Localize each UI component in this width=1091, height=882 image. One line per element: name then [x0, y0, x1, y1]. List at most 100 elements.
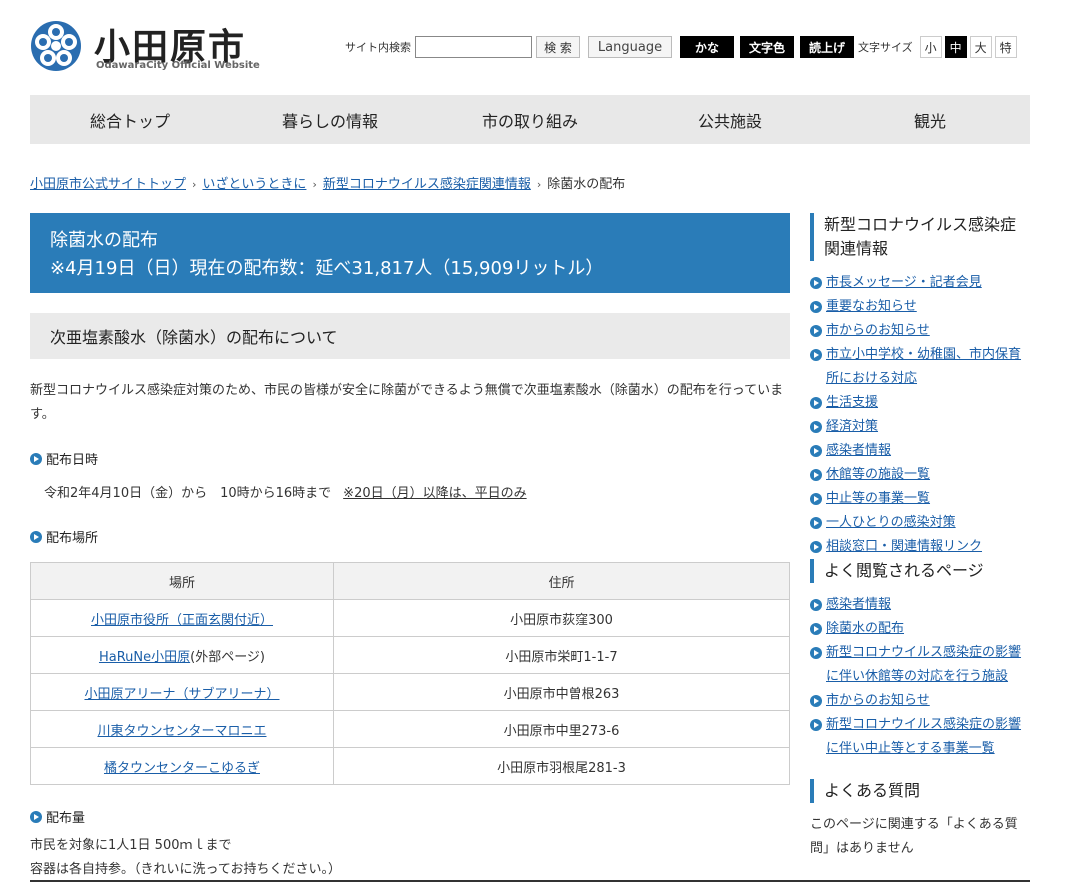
- table-cell-place: 小田原市役所（正面玄関付近）: [30, 599, 334, 637]
- sidebar-list-item: 重要なお知らせ: [810, 295, 1030, 319]
- sidebar-list-item: 相談窓口・関連情報リンク: [810, 535, 1030, 559]
- gnav-item-facilities[interactable]: 公共施設: [630, 95, 830, 144]
- table-cell-address: 小田原市栄町1-1-7: [333, 636, 790, 674]
- kana-button[interactable]: かな: [680, 36, 734, 58]
- gnav-item-living[interactable]: 暮らしの情報: [230, 95, 430, 144]
- sidebar-link[interactable]: 市からのお知らせ: [826, 689, 930, 713]
- table-row: 川東タウンセンターマロニエ 小田原市中里273-6: [30, 710, 790, 748]
- logo-subtitle: OdawaraCity Official Website: [96, 60, 260, 71]
- date-text: 令和2年4月10日（金）から 10時から16時まで: [44, 486, 332, 501]
- places-table: 場所 住所 小田原市役所（正面玄関付近） 小田原市荻窪300 HaRuNe小田原…: [30, 562, 790, 785]
- bullet-arrow-icon: [810, 421, 822, 433]
- amount-text: 市民を対象に1人1日 500ｍｌまで 容器は各自持参。（きれいに洗ってお持ちくだ…: [30, 834, 790, 882]
- sidebar-link[interactable]: 新型コロナウイルス感染症の影響に伴い中止等とする事業一覧: [826, 713, 1030, 761]
- breadcrumb-separator: ›: [192, 178, 197, 191]
- bullet-arrow-icon: [810, 719, 822, 731]
- gnav-item-tourism[interactable]: 観光: [830, 95, 1030, 144]
- sidebar-link[interactable]: 感染者情報: [826, 439, 891, 463]
- bullet-arrow-icon: [810, 541, 822, 553]
- sidebar-link[interactable]: 一人ひとりの感染対策: [826, 511, 956, 535]
- date-line: 令和2年4月10日（金）から 10時から16時まで ※20日（月）以降は、平日のみ: [30, 482, 790, 501]
- page-title: 除菌水の配布: [50, 230, 158, 251]
- text-color-button[interactable]: 文字色: [740, 36, 794, 58]
- read-aloud-button[interactable]: 読上げ: [800, 36, 854, 58]
- table-cell-address: 小田原市中里273-6: [333, 710, 790, 748]
- faq-note: このページに関連する「よくある質問」はありません: [810, 817, 1018, 856]
- sidebar-link[interactable]: 市立小中学校・幼稚園、市内保育所における対応: [826, 343, 1030, 391]
- bullet-arrow-icon: [810, 517, 822, 529]
- amount-line-1: 市民を対象に1人1日 500ｍｌまで: [30, 838, 232, 853]
- sidebar-list-item: 休館等の施設一覧: [810, 463, 1030, 487]
- breadcrumb-link-top[interactable]: 小田原市公式サイトトップ: [30, 177, 186, 192]
- amount-heading-label: 配布量: [46, 811, 86, 826]
- sidebar-link[interactable]: 重要なお知らせ: [826, 295, 917, 319]
- table-cell-address: 小田原市中曽根263: [333, 673, 790, 711]
- page-title-distribution-count: ※4月19日（日）現在の配布数：延べ31,817人（15,909リットル）: [50, 258, 604, 279]
- site-logo[interactable]: 小田原市 OdawaraCity Official Website: [30, 18, 270, 78]
- amount-heading: 配布量: [30, 807, 790, 826]
- sidebar-heading-popular: よく閲覧されるページ: [810, 559, 1030, 583]
- section-heading: 次亜塩素酸水（除菌水）の配布について: [30, 313, 790, 359]
- bullet-arrow-icon: [810, 277, 822, 289]
- sidebar-list-item: 生活支援: [810, 391, 1030, 415]
- table-row: 橘タウンセンターこゆるぎ 小田原市羽根尾281-3: [30, 747, 790, 785]
- bullet-arrow-icon: [810, 469, 822, 481]
- sidebar-list-item: 感染者情報: [810, 439, 1030, 463]
- gnav-item-top[interactable]: 総合トップ: [30, 95, 230, 144]
- sidebar-link[interactable]: 休館等の施設一覧: [826, 463, 930, 487]
- language-button[interactable]: Language: [588, 36, 672, 58]
- bullet-arrow-icon: [810, 397, 822, 409]
- search-button[interactable]: 検 索: [536, 36, 580, 58]
- sidebar: 新型コロナウイルス感染症関連情報 市長メッセージ・記者会見 重要なお知らせ 市からの…: [810, 213, 1030, 861]
- breadcrumb-link-covid[interactable]: 新型コロナウイルス感染症関連情報: [323, 177, 531, 192]
- sidebar-link[interactable]: 感染者情報: [826, 593, 891, 617]
- intro-text: 新型コロナウイルス感染症対策のため、市民の皆様が安全に除菌ができるよう無償で次亜…: [30, 383, 784, 422]
- table-cell-place: 川東タウンセンターマロニエ: [30, 710, 334, 748]
- sidebar-list-item: 新型コロナウイルス感染症の影響に伴い休館等の対応を行う施設: [810, 641, 1030, 689]
- breadcrumb: 小田原市公式サイトトップ › いざというときに › 新型コロナウイルス感染症関連情報 › 除…: [30, 173, 625, 192]
- bullet-arrow-icon: [810, 445, 822, 457]
- table-cell-address: 小田原市荻窪300: [333, 599, 790, 637]
- table-cell-place: HaRuNe小田原(外部ページ): [30, 636, 334, 674]
- global-nav: 総合トップ 暮らしの情報 市の取り組み 公共施設 観光: [30, 95, 1030, 144]
- place-link[interactable]: 川東タウンセンターマロニエ: [97, 724, 266, 739]
- table-row: 小田原市役所（正面玄関付近） 小田原市荻窪300: [30, 599, 790, 637]
- sidebar-list-popular: 感染者情報 除菌水の配布 新型コロナウイルス感染症の影響に伴い休館等の対応を行う施設…: [810, 593, 1030, 761]
- table-cell-place: 橘タウンセンターこゆるぎ: [30, 747, 334, 785]
- sidebar-list-item: 新型コロナウイルス感染症の影響に伴い中止等とする事業一覧: [810, 713, 1030, 761]
- sidebar-link[interactable]: 相談窓口・関連情報リンク: [826, 535, 982, 559]
- date-heading: 配布日時: [30, 449, 790, 468]
- bullet-arrow-icon: [810, 647, 822, 659]
- breadcrumb-link-emergency[interactable]: いざというときに: [202, 177, 306, 192]
- sidebar-list-item: 市からのお知らせ: [810, 319, 1030, 343]
- sidebar-link[interactable]: 除菌水の配布: [826, 617, 904, 641]
- page-title-box: 除菌水の配布 ※4月19日（日）現在の配布数：延べ31,817人（15,909リ…: [30, 213, 790, 293]
- bullet-arrow-icon: [810, 301, 822, 313]
- sidebar-link[interactable]: 市からのお知らせ: [826, 319, 930, 343]
- sidebar-list-item: 中止等の事業一覧: [810, 487, 1030, 511]
- font-size-small-button[interactable]: 小: [919, 36, 942, 58]
- place-link[interactable]: HaRuNe小田原: [99, 650, 190, 665]
- font-size-special-button[interactable]: 特: [994, 36, 1017, 58]
- sidebar-link[interactable]: 新型コロナウイルス感染症の影響に伴い休館等の対応を行う施設: [826, 641, 1030, 689]
- search-input[interactable]: [415, 36, 532, 58]
- gnav-item-initiatives[interactable]: 市の取り組み: [430, 95, 630, 144]
- font-size-large-button[interactable]: 大: [969, 36, 992, 58]
- sidebar-link[interactable]: 市長メッセージ・記者会見: [826, 271, 982, 295]
- bullet-arrow-icon: [810, 493, 822, 505]
- sidebar-list-covid: 市長メッセージ・記者会見 重要なお知らせ 市からのお知らせ 市立小中学校・幼稚園、市内…: [810, 271, 1030, 559]
- font-size-medium-button[interactable]: 中: [944, 36, 967, 58]
- sidebar-link[interactable]: 生活支援: [826, 391, 878, 415]
- place-heading-label: 配布場所: [46, 531, 99, 546]
- sidebar-list-item: 一人ひとりの感染対策: [810, 511, 1030, 535]
- sidebar-link[interactable]: 中止等の事業一覧: [826, 487, 930, 511]
- table-cell-place: 小田原アリーナ（サブアリーナ）: [30, 673, 334, 711]
- sidebar-link[interactable]: 経済対策: [826, 415, 878, 439]
- amount-line-2: 容器は各自持参。（きれいに洗ってお持ちください。）: [30, 862, 341, 877]
- search-label: サイト内検索: [345, 41, 411, 54]
- place-heading: 配布場所: [30, 527, 790, 546]
- place-link[interactable]: 小田原市役所（正面玄関付近）: [91, 613, 273, 628]
- place-link[interactable]: 小田原アリーナ（サブアリーナ）: [84, 687, 279, 702]
- table-header-row: 場所 住所: [30, 562, 790, 600]
- place-link[interactable]: 橘タウンセンターこゆるぎ: [104, 761, 260, 776]
